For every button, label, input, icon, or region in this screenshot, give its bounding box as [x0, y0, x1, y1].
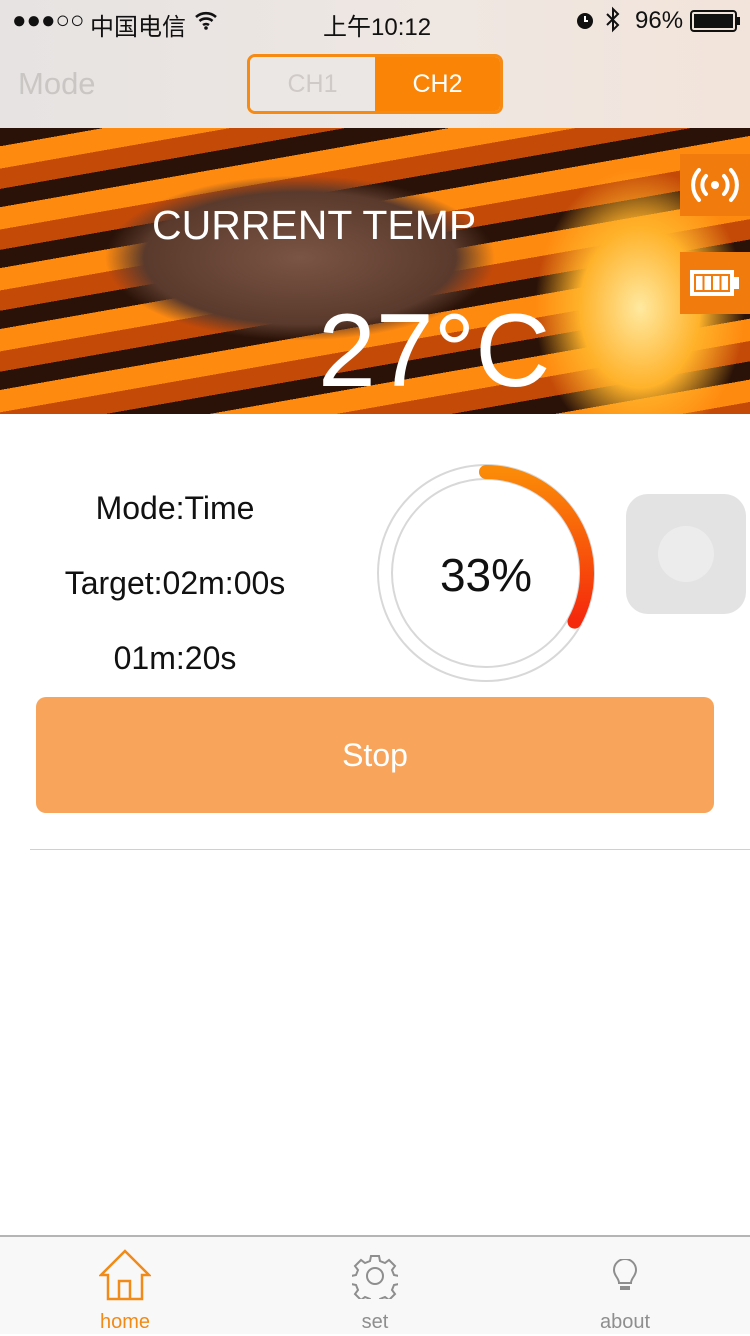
- gear-icon: [352, 1255, 398, 1299]
- connection-button[interactable]: [680, 154, 750, 216]
- tab-about-label: about: [599, 1311, 651, 1333]
- mode-text: Mode:Time: [95, 490, 255, 526]
- tab-home-label: home: [99, 1311, 151, 1333]
- current-temp-value: 27°C: [318, 293, 551, 409]
- channel-segmented-control[interactable]: CH1 CH2: [247, 54, 503, 114]
- tab-set-label: set: [361, 1311, 389, 1333]
- clock: 上午10:12: [323, 14, 432, 41]
- battery-button[interactable]: [680, 252, 750, 314]
- mode-button[interactable]: Mode: [18, 66, 96, 102]
- battery-percent: 96%: [635, 7, 684, 34]
- nav-header: ●●●○○ 中国电信 上午10:12 96% Mode CH1 CH2: [0, 0, 750, 128]
- tab-about[interactable]: about: [500, 1237, 750, 1336]
- toggle-knob-button[interactable]: [626, 494, 746, 614]
- lightbulb-icon: [612, 1259, 638, 1290]
- current-temp-label: CURRENT TEMP: [152, 202, 477, 248]
- alarm-icon: [577, 13, 593, 29]
- stop-button[interactable]: Stop: [36, 697, 714, 813]
- elapsed-text: 01m:20s: [113, 640, 237, 676]
- signal-icon: [691, 168, 739, 202]
- knob-center: [658, 526, 714, 582]
- temperature-banner: CURRENT TEMP 27°C: [0, 128, 750, 414]
- bluetooth-icon: [606, 6, 620, 33]
- target-text: Target:02m:00s: [64, 565, 286, 601]
- progress-percent: 33%: [439, 549, 533, 601]
- battery-status-icon: [690, 10, 740, 32]
- tab-bar: home set about: [0, 1235, 750, 1334]
- tab-home[interactable]: home: [0, 1237, 250, 1336]
- battery-icon: [690, 270, 739, 296]
- channel-ch2-tab[interactable]: CH2: [375, 57, 500, 111]
- divider: [30, 849, 750, 850]
- status-bar: ●●●○○ 中国电信 上午10:12 96%: [0, 0, 750, 41]
- channel-ch1-tab[interactable]: CH1: [250, 57, 375, 111]
- tab-set[interactable]: set: [250, 1237, 500, 1336]
- signal-strength: ●●●○○: [12, 7, 85, 34]
- home-icon: [99, 1249, 151, 1301]
- wifi-icon: [195, 11, 217, 30]
- carrier: 中国电信: [90, 14, 186, 41]
